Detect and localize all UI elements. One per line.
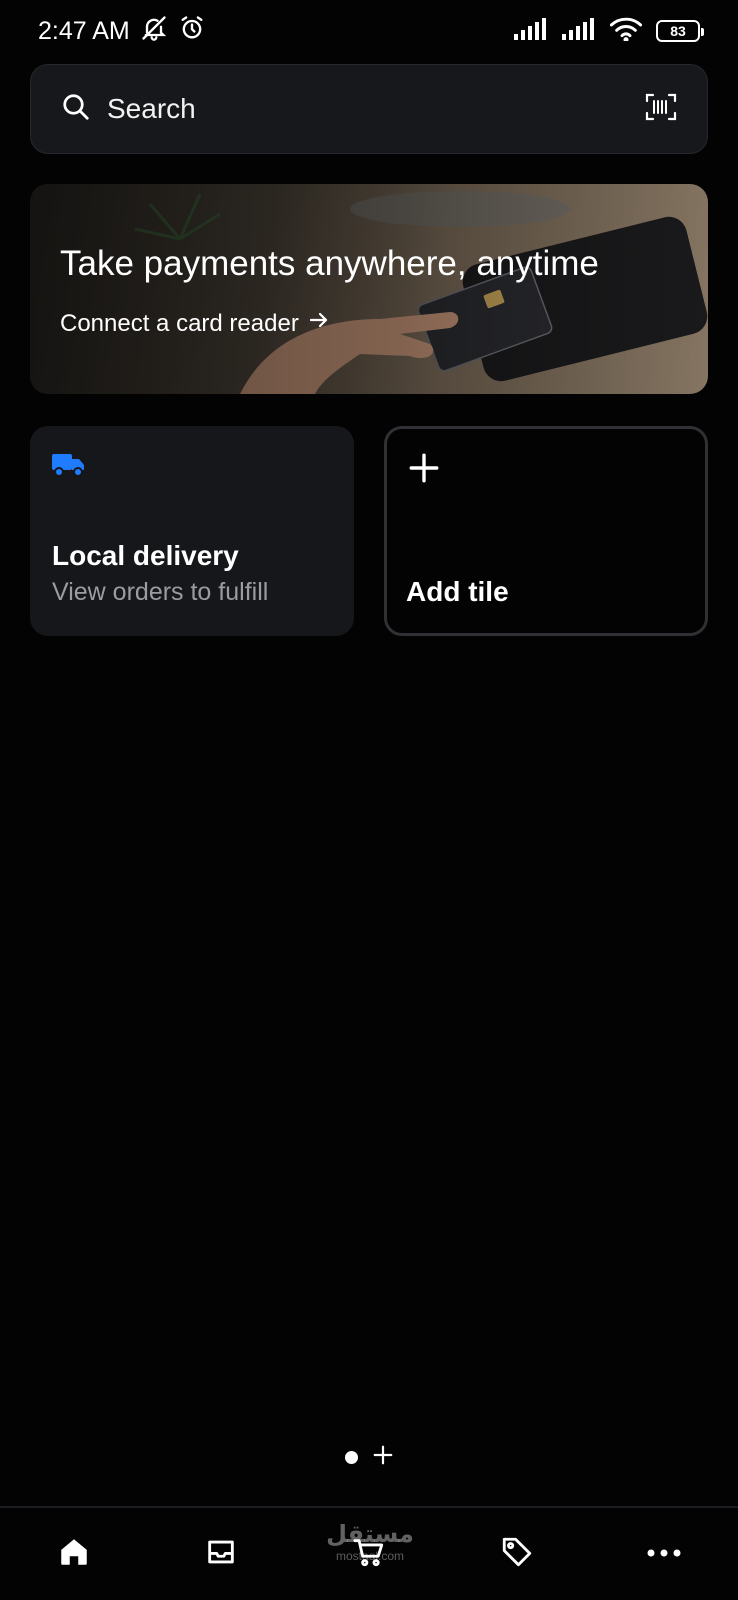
search-bar[interactable]: Search bbox=[30, 64, 708, 154]
home-icon bbox=[57, 1535, 91, 1574]
battery-level: 83 bbox=[670, 23, 686, 39]
connect-card-reader-link[interactable]: Connect a card reader bbox=[60, 308, 331, 339]
status-bar: 2:47 AM 83 bbox=[0, 0, 738, 62]
add-page-plus-icon[interactable] bbox=[372, 1444, 394, 1471]
local-delivery-title: Local delivery bbox=[52, 540, 239, 571]
status-left: 2:47 AM bbox=[38, 14, 206, 49]
nav-products[interactable] bbox=[467, 1514, 567, 1594]
banner-shade bbox=[30, 184, 708, 394]
plus-icon bbox=[407, 451, 441, 490]
nav-home[interactable] bbox=[24, 1514, 124, 1594]
watermark: مستقل mostaql.com bbox=[320, 1520, 420, 1563]
tag-icon bbox=[500, 1535, 534, 1574]
watermark-arabic: مستقل bbox=[326, 1521, 414, 1548]
signal-icon bbox=[562, 17, 596, 45]
page-dot-active[interactable] bbox=[344, 1451, 358, 1464]
wifi-icon bbox=[609, 17, 643, 46]
add-tile-title: Add tile bbox=[406, 576, 509, 607]
status-right: 83 bbox=[514, 17, 704, 46]
inbox-icon bbox=[204, 1535, 238, 1574]
barcode-scan-icon[interactable] bbox=[645, 93, 677, 126]
nav-more[interactable] bbox=[614, 1514, 714, 1594]
search-label: Search bbox=[107, 93, 196, 124]
signal-icon bbox=[514, 17, 548, 45]
search-icon bbox=[61, 92, 91, 127]
local-delivery-tile[interactable]: Local delivery View orders to fulfill bbox=[30, 426, 354, 636]
status-time: 2:47 AM bbox=[38, 16, 130, 45]
watermark-latin: mostaql.com bbox=[335, 1549, 405, 1563]
page-indicator bbox=[0, 1444, 738, 1471]
payments-banner[interactable]: Take payments anywhere, anytime Connect … bbox=[30, 184, 708, 394]
truck-icon bbox=[52, 452, 86, 483]
nav-orders[interactable] bbox=[171, 1514, 271, 1594]
bell-off-icon bbox=[140, 14, 168, 49]
arrow-right-icon bbox=[307, 308, 331, 339]
add-tile-button[interactable]: Add tile bbox=[384, 426, 708, 636]
battery-icon: 83 bbox=[656, 20, 704, 42]
banner-link-label: Connect a card reader bbox=[60, 309, 299, 337]
banner-title: Take payments anywhere, anytime bbox=[60, 244, 599, 283]
more-icon bbox=[646, 1545, 682, 1563]
local-delivery-subtitle: View orders to fulfill bbox=[52, 578, 269, 606]
alarm-icon bbox=[178, 14, 206, 49]
